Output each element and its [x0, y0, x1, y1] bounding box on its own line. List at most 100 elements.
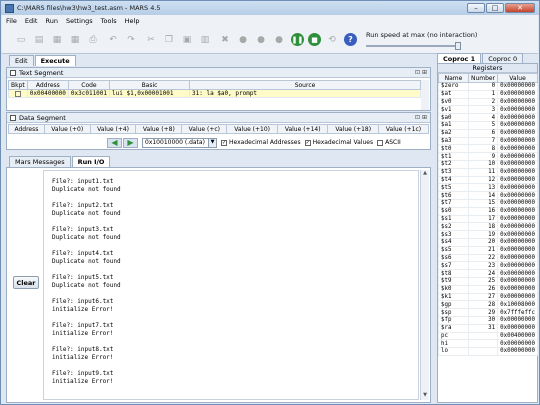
- register-row[interactable]: $s7 23 0x00000000: [438, 261, 538, 271]
- table-row[interactable]: 0x00400000 0x3c011001 lui $1,0x00001001 …: [8, 89, 421, 98]
- register-row[interactable]: $at 1 0x00000000: [438, 89, 538, 99]
- col-code[interactable]: Code: [67, 80, 111, 90]
- scroll-up-icon[interactable]: ▲: [421, 170, 429, 178]
- menu-help[interactable]: Help: [125, 17, 140, 25]
- next-arrow-icon[interactable]: ▶: [123, 137, 138, 148]
- register-row[interactable]: $s3 19 0x00000000: [438, 230, 538, 239]
- register-row[interactable]: $fp 30 0x00000000: [438, 315, 538, 325]
- save-as-icon[interactable]: ▦: [68, 32, 82, 47]
- assemble-icon[interactable]: ✖: [218, 32, 232, 47]
- chevron-down-icon[interactable]: ▼: [208, 138, 216, 147]
- run-io-console[interactable]: File?: input1.txt Duplicate not found File…: [43, 170, 419, 400]
- checkbox-unchecked-icon[interactable]: [377, 139, 384, 146]
- col-value-8[interactable]: Value (+8): [135, 124, 183, 134]
- maximize-button[interactable]: □: [486, 3, 504, 13]
- minimize-button[interactable]: –: [467, 3, 485, 13]
- register-row[interactable]: $gp 28 0x10008000: [438, 300, 538, 310]
- col-number[interactable]: Number: [467, 73, 499, 83]
- register-row[interactable]: $t7 15 0x00000000: [438, 198, 538, 208]
- register-row[interactable]: $t9 25 0x00000000: [438, 276, 538, 286]
- col-value-0[interactable]: Value (+0): [43, 124, 91, 134]
- col-source[interactable]: Source: [189, 80, 421, 90]
- reset-icon[interactable]: ⟲: [325, 32, 339, 47]
- col-value-1c[interactable]: Value (+1c): [378, 124, 429, 134]
- col-value-18[interactable]: Value (+18): [327, 124, 379, 134]
- menu-run[interactable]: Run: [45, 17, 57, 25]
- prev-arrow-icon[interactable]: ◀: [107, 137, 122, 148]
- col-address[interactable]: Address: [26, 80, 69, 90]
- register-row[interactable]: $sp 29 0x7fffeffc: [438, 308, 538, 317]
- col-name[interactable]: Name: [438, 73, 469, 83]
- find-icon[interactable]: ▥: [198, 32, 212, 47]
- col-basic[interactable]: Basic: [109, 80, 191, 90]
- segment-window-controls[interactable]: ⊡ ⊞: [415, 69, 427, 76]
- register-row[interactable]: lo 0x00000000: [438, 347, 538, 356]
- hex-addresses-checkbox[interactable]: ✓ Hexadecimal Addresses: [221, 139, 301, 146]
- checkbox-checked-icon[interactable]: ✓: [304, 139, 311, 146]
- register-row[interactable]: $s1 17 0x00000000: [438, 214, 538, 224]
- col-value-c[interactable]: Value (+c): [181, 124, 228, 134]
- save-icon[interactable]: ▦: [50, 32, 64, 47]
- register-row[interactable]: $t6 14 0x00000000: [438, 191, 538, 200]
- col-address[interactable]: Address: [8, 124, 45, 134]
- breakpoint-checkbox[interactable]: [8, 89, 28, 98]
- register-row[interactable]: $s4 20 0x00000000: [438, 237, 538, 247]
- menu-tools[interactable]: Tools: [101, 17, 117, 25]
- col-value-10[interactable]: Value (+10): [226, 124, 278, 134]
- slider-thumb[interactable]: [455, 42, 461, 50]
- col-value-14[interactable]: Value (+14): [276, 124, 329, 134]
- pause-icon[interactable]: ❚❚: [291, 33, 304, 46]
- register-row[interactable]: $t5 13 0x00000000: [438, 183, 538, 193]
- cut-icon[interactable]: ✂: [144, 32, 158, 47]
- run-speed-slider[interactable]: [366, 42, 461, 50]
- step-icon[interactable]: ●: [254, 32, 268, 47]
- register-row[interactable]: $t3 11 0x00000000: [438, 167, 538, 177]
- copy-icon[interactable]: ❐: [162, 32, 176, 47]
- hex-values-checkbox[interactable]: ✓ Hexadecimal Values: [304, 139, 373, 146]
- close-button[interactable]: ✕: [505, 3, 535, 13]
- register-row[interactable]: hi 0x00000000: [438, 339, 538, 349]
- col-value[interactable]: Value: [497, 73, 538, 83]
- register-row[interactable]: $ra 31 0x00000000: [438, 323, 538, 333]
- register-row[interactable]: pc 0x00400000: [438, 331, 538, 341]
- register-row[interactable]: $s5 21 0x00000000: [438, 245, 538, 255]
- new-file-icon[interactable]: ▭: [14, 32, 28, 47]
- col-value-4[interactable]: Value (+4): [89, 124, 137, 134]
- paste-icon[interactable]: ▣: [180, 32, 194, 47]
- register-row[interactable]: $t8 24 0x00000000: [438, 269, 538, 278]
- undo-icon[interactable]: ↶: [106, 32, 120, 47]
- stop-icon[interactable]: ■: [308, 33, 321, 46]
- register-row[interactable]: $a0 4 0x00000000: [438, 113, 538, 122]
- tab-edit[interactable]: Edit: [9, 55, 34, 66]
- segment-window-controls[interactable]: ⊡ ⊞: [415, 114, 427, 121]
- backstep-icon[interactable]: ●: [272, 32, 286, 47]
- register-row[interactable]: $a3 7 0x00000000: [438, 136, 538, 146]
- clear-button[interactable]: Clear: [13, 276, 39, 289]
- register-row[interactable]: $a1 5 0x00000000: [438, 120, 538, 130]
- checkbox-checked-icon[interactable]: ✓: [221, 139, 227, 146]
- console-scrollbar[interactable]: ▲ ▼: [420, 170, 429, 400]
- menu-settings[interactable]: Settings: [66, 17, 93, 25]
- register-row[interactable]: $a2 6 0x00000000: [438, 128, 538, 138]
- register-row[interactable]: $s0 16 0x00000000: [438, 206, 538, 216]
- col-bkpt[interactable]: Bkpt: [8, 80, 28, 90]
- open-file-icon[interactable]: ▤: [32, 32, 46, 47]
- menu-file[interactable]: File: [6, 17, 17, 25]
- scroll-down-icon[interactable]: ▼: [421, 392, 429, 400]
- text-segment-scrollbar[interactable]: [421, 80, 429, 110]
- menu-edit[interactable]: Edit: [25, 17, 38, 25]
- ascii-checkbox[interactable]: ASCII: [377, 139, 401, 146]
- register-row[interactable]: $s6 22 0x00000000: [438, 253, 538, 263]
- data-address-select[interactable]: 0x10010000 (.data) ▼: [142, 137, 217, 148]
- register-row[interactable]: $k1 27 0x00000000: [438, 292, 538, 302]
- register-row[interactable]: $v1 3 0x00000000: [438, 105, 538, 115]
- run-icon[interactable]: ●: [236, 32, 250, 47]
- register-row[interactable]: $k0 26 0x00000000: [438, 284, 538, 294]
- tab-run-io[interactable]: Run I/O: [71, 156, 111, 167]
- redo-icon[interactable]: ↷: [124, 32, 138, 47]
- tab-execute[interactable]: Execute: [34, 55, 76, 66]
- register-row[interactable]: $zero 0 0x00000000: [438, 82, 538, 91]
- tab-mars-messages[interactable]: Mars Messages: [9, 156, 71, 167]
- register-row[interactable]: $s2 18 0x00000000: [438, 222, 538, 232]
- register-row[interactable]: $t4 12 0x00000000: [438, 175, 538, 185]
